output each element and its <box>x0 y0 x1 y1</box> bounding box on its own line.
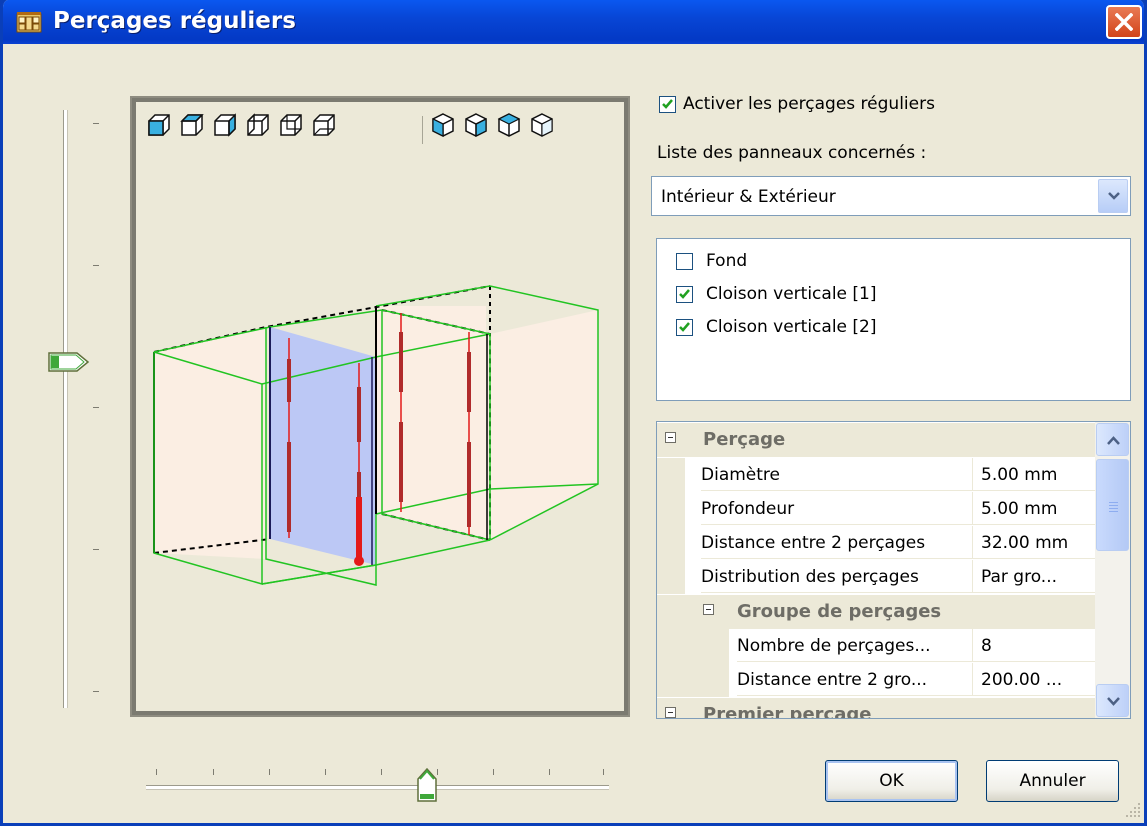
scroll-thumb[interactable] <box>1096 459 1129 551</box>
horizontal-tick <box>493 769 494 775</box>
property-value[interactable]: 32.00 mm <box>973 526 1095 559</box>
property-row[interactable]: Nombre de perçages... 8 <box>657 629 1095 663</box>
grip-line <box>1109 508 1118 509</box>
dialog-window: Perçages réguliers Activer les perçages … <box>0 0 1147 826</box>
panel-label[interactable]: Fond <box>706 251 747 271</box>
property-name: Diamètre <box>701 458 973 491</box>
cabinet-app-icon <box>16 12 42 33</box>
row-gutter <box>657 492 685 526</box>
horizontal-tick <box>381 769 382 775</box>
resize-grip-icon[interactable] <box>1125 800 1143 820</box>
checkmark-icon <box>679 322 690 332</box>
panel-label[interactable]: Cloison verticale [2] <box>706 317 876 337</box>
property-grid[interactable]: Perçage Diamètre 5.00 mm Profondeur 5.00… <box>656 421 1131 719</box>
category-label: Perçage <box>703 429 786 450</box>
vertical-tick <box>93 265 99 266</box>
category-percage[interactable]: Perçage <box>657 423 1095 457</box>
grip-line <box>1109 505 1118 506</box>
category-groupe-percages[interactable]: Groupe de perçages <box>657 595 1095 629</box>
checkmark-icon <box>679 289 690 299</box>
row-gutter <box>657 629 729 663</box>
property-value[interactable]: 5.00 mm <box>973 458 1095 491</box>
category-label: Groupe de perçages <box>737 601 942 622</box>
vertical-tick <box>93 123 99 124</box>
cancel-button[interactable]: Annuler <box>986 760 1119 802</box>
collapse-icon[interactable] <box>665 707 676 718</box>
chevron-up-icon <box>1107 436 1120 445</box>
property-grid-scrollbar[interactable] <box>1095 422 1130 718</box>
ok-button[interactable]: OK <box>825 760 958 802</box>
panel-checkbox-fond[interactable] <box>676 253 693 270</box>
row-gutter <box>657 458 685 492</box>
panels-scope-value: Intérieur & Extérieur <box>661 187 836 207</box>
panel-label[interactable]: Cloison verticale [1] <box>706 284 876 304</box>
property-value[interactable]: 8 <box>973 629 1095 662</box>
panel-checkbox-cloison-2[interactable] <box>676 319 693 336</box>
property-value[interactable]: 200.00 ... <box>973 663 1095 696</box>
property-name: Distance entre 2 gro... <box>737 663 973 696</box>
scroll-up-button[interactable] <box>1096 423 1129 456</box>
property-value[interactable]: Par gro... <box>973 560 1095 593</box>
horizontal-slider-thumb[interactable] <box>416 767 438 803</box>
horizontal-tick <box>269 769 270 775</box>
3d-canvas[interactable] <box>136 102 624 711</box>
property-row[interactable]: Distance entre 2 perçages 32.00 mm <box>657 526 1095 560</box>
checkmark-icon <box>662 99 673 109</box>
panels-checklist[interactable]: Fond Cloison verticale [1] Cloison verti… <box>656 238 1131 401</box>
property-row[interactable]: Profondeur 5.00 mm <box>657 492 1095 526</box>
enable-drilling-checkbox[interactable] <box>659 96 676 113</box>
vertical-slider-thumb[interactable] <box>47 351 91 373</box>
vertical-zoom-slider[interactable] <box>63 110 68 708</box>
category-premier-percage[interactable]: Premier perçage <box>657 698 1095 719</box>
property-name: Distribution des perçages <box>701 560 973 593</box>
horizontal-tick <box>325 769 326 775</box>
row-gutter <box>657 663 729 697</box>
horizontal-rotation-slider[interactable] <box>146 785 609 790</box>
collapse-icon[interactable] <box>703 604 714 615</box>
chevron-down-icon <box>1108 192 1120 200</box>
property-row[interactable]: Diamètre 5.00 mm <box>657 458 1095 492</box>
property-row[interactable]: Distribution des perçages Par gro... <box>657 560 1095 594</box>
chevron-down-icon <box>1107 697 1120 706</box>
horizontal-tick <box>213 769 214 775</box>
enable-drilling-label[interactable]: Activer les perçages réguliers <box>683 94 935 114</box>
category-label: Premier perçage <box>703 704 872 719</box>
vertical-tick <box>93 407 99 408</box>
dropdown-arrow-button[interactable] <box>1098 179 1128 213</box>
vertical-tick <box>93 691 99 692</box>
horizontal-tick <box>156 769 157 775</box>
property-name: Profondeur <box>701 492 973 525</box>
panel-checkbox-cloison-1[interactable] <box>676 286 693 303</box>
vertical-tick <box>93 549 99 550</box>
scroll-down-button[interactable] <box>1096 684 1129 717</box>
panels-scope-dropdown[interactable]: Intérieur & Extérieur <box>651 176 1131 216</box>
property-name: Distance entre 2 perçages <box>701 526 973 559</box>
property-row[interactable]: Distance entre 2 gro... 200.00 ... <box>657 663 1095 697</box>
grip-line <box>1109 511 1118 512</box>
horizontal-tick <box>549 769 550 775</box>
3d-viewport[interactable] <box>130 96 630 717</box>
window-title: Perçages réguliers <box>53 8 296 34</box>
row-gutter <box>657 560 685 594</box>
collapse-icon[interactable] <box>665 432 676 443</box>
cabinet-3d-model <box>153 285 599 586</box>
property-value[interactable]: 5.00 mm <box>973 492 1095 525</box>
row-gutter <box>657 526 685 560</box>
panels-list-label: Liste des panneaux concernés : <box>657 143 927 163</box>
property-name: Nombre de perçages... <box>737 629 973 662</box>
grip-line <box>1109 502 1118 503</box>
close-button[interactable] <box>1106 5 1142 39</box>
horizontal-tick <box>603 769 604 775</box>
title-bar[interactable]: Perçages réguliers <box>3 0 1144 44</box>
close-icon <box>1115 13 1133 31</box>
